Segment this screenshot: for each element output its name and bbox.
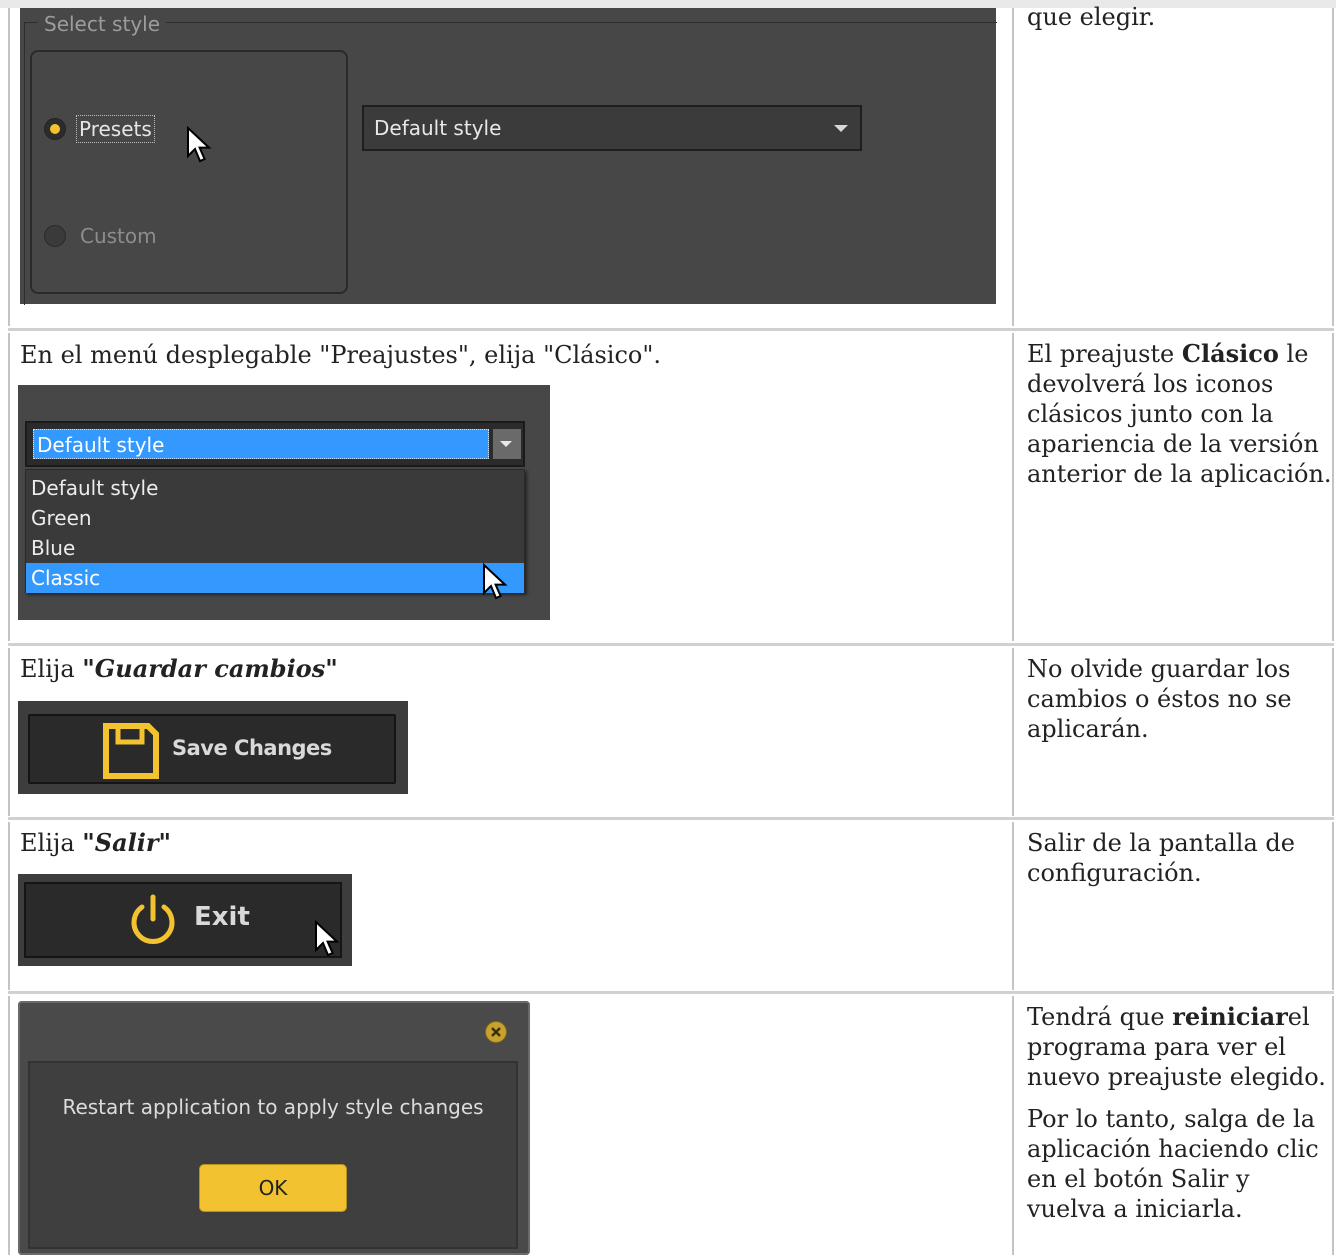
dropdown-value: Default style [374, 116, 502, 140]
row-divider [8, 991, 1334, 994]
note-text: El preajuste Clásico le devolverá los ic… [1027, 339, 1335, 489]
table-row: Restart application to apply style chang… [8, 996, 1334, 1255]
note-cell: Salir de la pantalla de configuración. [1015, 822, 1334, 990]
note-text: Tendrá que reiniciarel programa para ver… [1027, 1002, 1335, 1236]
instruction-cell: Elija "Salir" Exit [8, 822, 1014, 990]
instruction-text-emphasis: "Guardar cambios" [82, 654, 338, 683]
note-text-bold: reiniciar [1172, 1002, 1288, 1031]
radio-presets-label[interactable]: Presets [76, 115, 155, 143]
exit-button-label: Exit [194, 902, 250, 932]
row-divider [8, 817, 1334, 820]
dialog-body: Restart application to apply style chang… [28, 1061, 518, 1249]
dropdown-arrow-button[interactable] [493, 429, 521, 459]
instruction-cell: Elija "Guardar cambios" Save Changes [8, 648, 1014, 816]
instruction-cell: Restart application to apply style chang… [8, 996, 1014, 1255]
close-icon[interactable] [485, 1021, 507, 1043]
floppy-disk-icon [102, 722, 160, 780]
radio-group-box [30, 50, 348, 294]
power-icon [126, 892, 180, 948]
table-row: Select style Presets Custom Default styl… [8, 3, 1334, 326]
dropdown-value: Default style [37, 433, 165, 457]
radio-presets[interactable] [44, 118, 66, 140]
save-button-screenshot: Save Changes [18, 701, 408, 794]
radio-custom-label[interactable]: Custom [80, 224, 157, 248]
note-text: que elegir. [1027, 3, 1156, 31]
settings-panel-screenshot: Select style Presets Custom Default styl… [20, 8, 997, 305]
dropdown-screenshot: Default style Default style Green Blue C… [18, 385, 550, 620]
instruction-text: En el menú desplegable "Preajustes", eli… [20, 341, 662, 369]
note-cell: El preajuste Clásico le devolverá los ic… [1015, 333, 1334, 641]
note-cell: Tendrá que reiniciarel programa para ver… [1015, 996, 1334, 1255]
note-text-part: El preajuste [1027, 340, 1182, 368]
instruction-cell: Select style Presets Custom Default styl… [8, 8, 1014, 326]
exit-button[interactable]: Exit [24, 882, 342, 958]
instruction-text: Elija "Salir" [20, 828, 171, 858]
instruction-text: Elija "Guardar cambios" [20, 654, 338, 684]
row-divider [8, 643, 1334, 646]
instruction-text-emphasis: "Salir" [82, 828, 172, 857]
list-item[interactable]: Green [26, 503, 524, 533]
ok-button[interactable]: OK [199, 1164, 347, 1212]
table-row: En el menú desplegable "Preajustes", eli… [8, 333, 1334, 641]
radio-custom[interactable] [44, 225, 66, 247]
save-button-label: Save Changes [172, 736, 332, 760]
note-text-bold: Clásico [1181, 339, 1279, 368]
list-item-selected[interactable]: Classic [26, 563, 524, 593]
table-row: Elija "Salir" Exit Salir de la pantalla … [8, 822, 1334, 990]
note-text: No olvide guardar los cambios o éstos no… [1027, 655, 1292, 743]
dropdown-selected-field: Default style [33, 429, 489, 459]
note-text-part: Tendrá que [1027, 1003, 1173, 1031]
row-divider [8, 328, 1334, 331]
note-text-paragraph: Por lo tanto, salga de la aplicación hac… [1027, 1105, 1319, 1223]
save-changes-button[interactable]: Save Changes [28, 714, 396, 784]
chevron-down-icon [500, 441, 512, 447]
list-item[interactable]: Default style [26, 473, 524, 503]
note-cell: No olvide guardar los cambios o éstos no… [1015, 648, 1334, 816]
dropdown-list: Default style Green Blue Classic [25, 469, 525, 593]
dialog-message: Restart application to apply style chang… [62, 1095, 484, 1119]
style-dropdown[interactable]: Default style [362, 105, 862, 151]
exit-button-screenshot: Exit [18, 874, 352, 966]
instruction-cell: En el menú desplegable "Preajustes", eli… [8, 333, 1014, 641]
list-item[interactable]: Blue [26, 533, 524, 563]
table-row: Elija "Guardar cambios" Save Changes No … [8, 648, 1334, 816]
instruction-text-part: Elija [20, 829, 83, 857]
radio-dot [50, 124, 60, 134]
instruction-text-part: Elija [20, 655, 83, 683]
group-title: Select style [38, 12, 167, 36]
note-text: Salir de la pantalla de configuración. [1027, 829, 1295, 887]
restart-dialog-screenshot: Restart application to apply style chang… [18, 1001, 530, 1255]
dropdown-open[interactable]: Default style [25, 421, 525, 467]
note-cell: que elegir. [1015, 3, 1334, 326]
chevron-down-icon[interactable] [834, 125, 848, 132]
